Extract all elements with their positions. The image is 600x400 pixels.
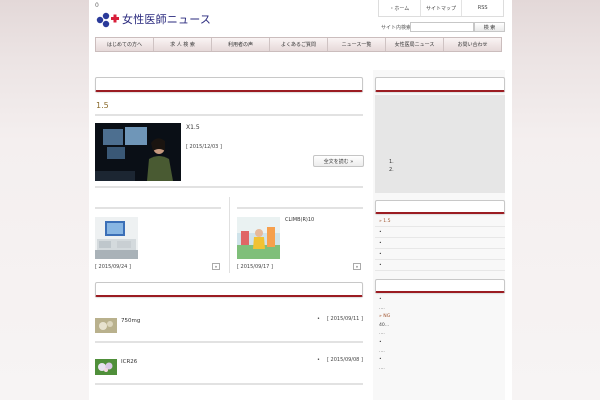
sidebar-list-item[interactable]: • — [375, 260, 505, 271]
column-separator — [229, 197, 230, 273]
news-section-header — [95, 282, 363, 297]
divider — [237, 207, 363, 209]
sidebar-list-item[interactable]: • — [375, 249, 505, 260]
sidebar-ol-item[interactable]: 1. — [389, 158, 394, 166]
sidebar-header-2 — [375, 200, 505, 214]
sidebar-list-item[interactable]: • — [379, 339, 505, 348]
nav-item-faq[interactable]: よくあるご質問 — [270, 38, 328, 51]
featured-section-header — [95, 77, 363, 92]
card-date-2: [ 2015/09/17 ] — [237, 264, 273, 270]
featured-thumbnail[interactable] — [95, 123, 181, 181]
nav-item-women-news[interactable]: 女性医局ニュース — [386, 38, 444, 51]
card-thumbnail-1[interactable] — [95, 217, 138, 259]
logo-text: 女性医師ニュース — [122, 13, 212, 26]
sidebar-ordered-list: 1. 2. — [389, 158, 394, 174]
news-thumbnail-2[interactable] — [95, 359, 117, 375]
sidebar-header-1 — [375, 77, 505, 92]
card-thumbnail-2[interactable] — [237, 217, 280, 259]
news-title-2[interactable]: ICR26 — [121, 359, 137, 365]
divider — [95, 186, 363, 188]
sitemap-link[interactable]: サイトマップ — [421, 0, 463, 16]
nav-item-job-search[interactable]: 求 人 検 索 — [154, 38, 212, 51]
news-bullet-1: • — [317, 316, 320, 322]
card-date-1: [ 2015/09/24 ] — [95, 264, 131, 270]
nav-item-news-list[interactable]: ニュース一覧 — [328, 38, 386, 51]
featured-item-text: X1.5 — [186, 124, 200, 131]
card-more-button-1[interactable]: » — [212, 263, 220, 270]
news-title-1[interactable]: 750mg — [121, 318, 140, 324]
card-more-button-2[interactable]: » — [353, 263, 361, 270]
sidebar-list-item[interactable]: » 1.5 — [375, 216, 505, 227]
featured-date: [ 2015/12/03 ] — [186, 144, 222, 150]
top-links: ・ホーム サイトマップ RSS — [378, 0, 504, 17]
sidebar-list-item[interactable]: .... — [379, 305, 505, 314]
sidebar-list-item[interactable]: • — [379, 356, 505, 365]
sidebar-ol-item[interactable]: 2. — [389, 166, 394, 174]
sidebar-list-2: • .... » NG 40... .... • .... • .... — [375, 296, 505, 373]
featured-title: 1.5 — [96, 101, 109, 110]
site-search-label: サイト内検索 — [381, 25, 412, 31]
divider — [95, 341, 363, 343]
global-nav: はじめての方へ 求 人 検 索 利用者の声 よくあるご質問 ニュース一覧 女性医… — [95, 37, 502, 52]
top-marker: 0 — [95, 2, 99, 9]
sidebar-list-item[interactable]: .... — [379, 365, 505, 374]
nav-item-voices[interactable]: 利用者の声 — [212, 38, 270, 51]
search-input[interactable] — [410, 22, 474, 32]
sidebar-list-item[interactable]: • — [375, 227, 505, 238]
site-logo[interactable]: 女性医師ニュース — [96, 10, 211, 28]
sidebar-list-item[interactable]: .... — [379, 330, 505, 339]
sidebar-list-item[interactable]: • — [375, 238, 505, 249]
logo-mark-icon — [96, 12, 119, 28]
read-more-button[interactable]: 全文を読む » — [313, 155, 364, 167]
news-bullet-2: • — [317, 357, 320, 363]
sidebar-list-item[interactable]: 40... — [379, 322, 505, 331]
sidebar-list-1: » 1.5 • • • • — [375, 216, 505, 271]
rss-link[interactable]: RSS — [462, 0, 503, 16]
news-date-2: [ 2015/09/08 ] — [327, 357, 363, 363]
divider — [95, 383, 363, 385]
sidebar-list-item[interactable]: » NG — [379, 313, 505, 322]
home-link[interactable]: ・ホーム — [379, 0, 421, 16]
nav-item-first-time[interactable]: はじめての方へ — [96, 38, 154, 51]
sidebar-gray-panel — [375, 95, 505, 193]
divider — [95, 114, 363, 116]
nav-item-contact[interactable]: お問い合わせ — [444, 38, 501, 51]
card-caption-2: CLIMB(R)10 — [285, 217, 315, 223]
sidebar-header-3 — [375, 279, 505, 293]
sidebar-list-item[interactable]: .... — [379, 348, 505, 357]
news-date-1: [ 2015/09/11 ] — [327, 316, 363, 322]
news-thumbnail-1[interactable] — [95, 318, 117, 333]
sidebar-list-item[interactable]: • — [379, 296, 505, 305]
search-button[interactable]: 検 索 — [474, 22, 505, 32]
divider — [95, 207, 221, 209]
